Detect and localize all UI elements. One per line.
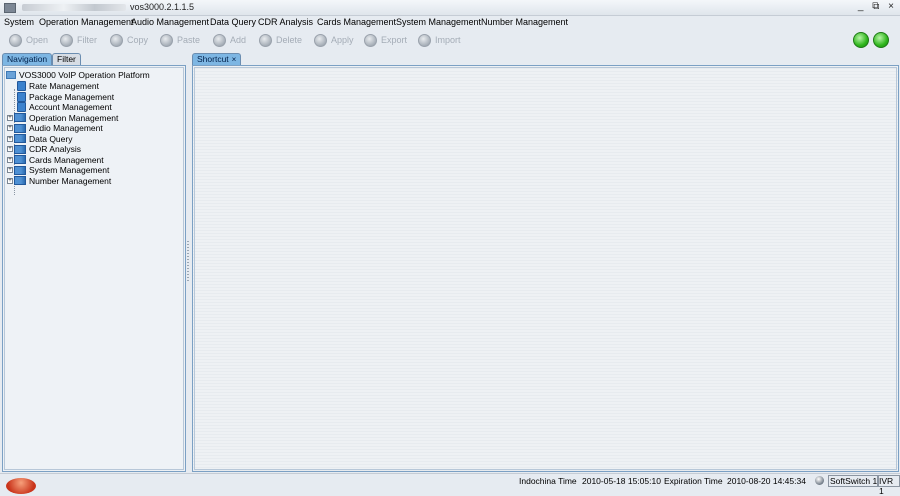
apply-button[interactable]: Apply bbox=[314, 32, 354, 48]
module-icon bbox=[14, 144, 26, 154]
tree-group-cdr-analysis[interactable]: + CDR Analysis bbox=[7, 144, 81, 154]
apply-icon bbox=[314, 33, 327, 47]
softswitch-status: SoftSwitch 1 bbox=[828, 475, 880, 487]
open-button[interactable]: Open bbox=[9, 32, 48, 48]
timezone-label: Indochina Time bbox=[519, 476, 577, 486]
shortcut-area bbox=[192, 65, 899, 472]
tree-group-number-management[interactable]: + Number Management bbox=[7, 176, 111, 186]
document-icon bbox=[17, 102, 26, 112]
window-title: vos3000.2.1.1.5 bbox=[130, 2, 195, 12]
start-button[interactable] bbox=[6, 478, 36, 494]
navigation-panel: Navigation Filter VOS3000 VoIP Operation… bbox=[2, 53, 186, 472]
paste-button[interactable]: Paste bbox=[160, 32, 200, 48]
tab-navigation[interactable]: Navigation bbox=[2, 53, 53, 65]
filter-icon bbox=[60, 33, 73, 47]
export-icon bbox=[364, 33, 377, 47]
copy-icon bbox=[110, 33, 123, 47]
expand-icon[interactable]: + bbox=[7, 125, 13, 131]
tree-root[interactable]: VOS3000 VoIP Operation Platform bbox=[6, 70, 150, 80]
menu-operation-management[interactable]: Operation Management bbox=[37, 17, 136, 27]
navigation-tree-container: VOS3000 VoIP Operation Platform Rate Man… bbox=[2, 65, 186, 472]
window-controls: _ ⧉ × bbox=[852, 1, 894, 12]
current-time: 2010-05-18 15:05:10 bbox=[582, 476, 661, 486]
tab-close-icon[interactable]: × bbox=[232, 55, 237, 64]
server-status-icon bbox=[873, 32, 889, 48]
settings-icon[interactable] bbox=[815, 476, 824, 485]
menu-cdr-analysis[interactable]: CDR Analysis bbox=[256, 17, 315, 27]
tree-item-rate-management[interactable]: Rate Management bbox=[17, 81, 99, 91]
module-icon bbox=[14, 123, 26, 133]
panel-splitter[interactable] bbox=[186, 53, 190, 472]
document-icon bbox=[17, 91, 26, 102]
navigation-tree: VOS3000 VoIP Operation Platform Rate Man… bbox=[4, 67, 184, 470]
status-bar: Indochina Time 2010-05-18 15:05:10 Expir… bbox=[0, 473, 900, 496]
delete-icon bbox=[259, 33, 272, 47]
menu-cards-management[interactable]: Cards Management bbox=[315, 17, 398, 27]
expiration-time: 2010-08-20 14:45:34 bbox=[727, 476, 806, 486]
tree-group-cards-management[interactable]: + Cards Management bbox=[7, 155, 104, 165]
expiration-label: Expiration Time bbox=[664, 476, 723, 486]
tree-root-label: VOS3000 VoIP Operation Platform bbox=[19, 70, 150, 80]
module-icon bbox=[14, 134, 26, 143]
module-icon bbox=[14, 176, 26, 185]
expand-icon[interactable]: + bbox=[7, 114, 13, 121]
filter-button[interactable]: Filter bbox=[60, 32, 97, 48]
import-button[interactable]: Import bbox=[418, 32, 461, 48]
menu-data-query[interactable]: Data Query bbox=[208, 17, 258, 27]
menu-audio-management[interactable]: Audio Management bbox=[129, 17, 211, 27]
export-button[interactable]: Export bbox=[364, 32, 407, 48]
tree-item-package-management[interactable]: Package Management bbox=[17, 91, 114, 102]
copy-button[interactable]: Copy bbox=[110, 32, 148, 48]
title-redacted bbox=[22, 4, 126, 11]
title-bar: vos3000.2.1.1.5 _ ⧉ × bbox=[0, 0, 900, 16]
expand-icon[interactable]: + bbox=[7, 177, 13, 184]
connection-status-icon bbox=[853, 32, 869, 48]
restore-button[interactable]: ⧉ bbox=[872, 1, 879, 12]
module-icon bbox=[14, 113, 26, 122]
open-icon bbox=[9, 33, 22, 47]
tree-item-account-management[interactable]: Account Management bbox=[17, 102, 112, 112]
menu-bar: System Operation Management Audio Manage… bbox=[0, 16, 900, 30]
expand-icon[interactable]: + bbox=[7, 167, 13, 173]
tree-group-operation-management[interactable]: + Operation Management bbox=[7, 113, 118, 123]
shortcut-content bbox=[194, 67, 897, 470]
tree-group-data-query[interactable]: + Data Query bbox=[7, 134, 72, 144]
tree-group-audio-management[interactable]: + Audio Management bbox=[7, 123, 103, 133]
delete-button[interactable]: Delete bbox=[259, 32, 302, 48]
content-panel: Shortcut × bbox=[192, 53, 899, 472]
expand-icon[interactable]: + bbox=[7, 146, 13, 152]
expand-icon[interactable]: + bbox=[7, 156, 13, 163]
tab-filter[interactable]: Filter bbox=[52, 53, 81, 65]
tab-shortcut[interactable]: Shortcut × bbox=[192, 53, 242, 65]
splitter-grip-icon[interactable] bbox=[187, 241, 189, 281]
import-icon bbox=[418, 33, 431, 47]
app-icon bbox=[4, 3, 16, 13]
menu-number-management[interactable]: Number Management bbox=[479, 17, 570, 27]
folder-icon bbox=[6, 71, 16, 79]
expand-icon[interactable]: + bbox=[7, 135, 13, 142]
module-icon bbox=[14, 155, 26, 164]
close-button[interactable]: × bbox=[888, 1, 894, 12]
module-icon bbox=[14, 165, 26, 175]
tree-group-system-management[interactable]: + System Management bbox=[7, 165, 109, 175]
menu-system[interactable]: System bbox=[2, 17, 36, 27]
add-icon bbox=[213, 33, 226, 47]
toolbar: Open Filter Copy Paste Add Delete Apply … bbox=[0, 31, 900, 49]
add-button[interactable]: Add bbox=[213, 32, 246, 48]
menu-system-management[interactable]: System Management bbox=[394, 17, 483, 27]
document-icon bbox=[17, 81, 26, 91]
paste-icon bbox=[160, 33, 173, 47]
ivr-status: IVR 1 bbox=[877, 475, 900, 496]
minimize-button[interactable]: _ bbox=[858, 1, 864, 12]
